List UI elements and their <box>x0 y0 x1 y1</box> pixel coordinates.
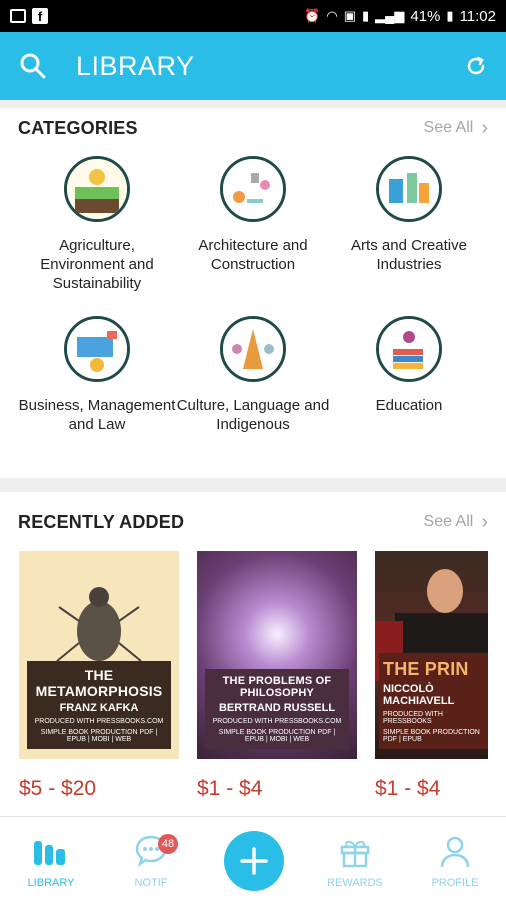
categories-see-all[interactable]: See All › <box>424 117 488 140</box>
gift-icon <box>340 840 370 868</box>
book-title: THE PROBLEMS OF PHILOSOPHY <box>222 675 332 699</box>
nav-label: REWARDS <box>327 877 383 889</box>
nav-profile[interactable]: PROFILE <box>405 817 505 900</box>
book-producer: PRODUCED WITH PRESSBOOKS <box>383 711 443 725</box>
category-label: Arts and Creative Industries <box>351 237 467 273</box>
battery-icon: ▮ <box>446 8 454 23</box>
book-cover-banner: THE METAMORPHOSIS FRANZ KAFKA PRODUCED W… <box>27 661 171 749</box>
wifi-icon: ◠ <box>326 8 338 23</box>
book-cover-banner: THE PRIN NICCOLÒ MACHIAVELL PRODUCED WIT… <box>379 653 488 749</box>
library-icon <box>34 841 65 865</box>
alarm-icon: ⏰ <box>304 8 321 23</box>
nav-label: NOTIF <box>134 877 168 889</box>
clock: 11:02 <box>459 7 496 25</box>
book-title: THE METAMORPHOSIS <box>35 667 163 699</box>
nav-notif[interactable]: 48 NOTIF <box>101 817 201 900</box>
category-label: Education <box>375 397 443 414</box>
culture-icon <box>220 316 286 382</box>
divider <box>0 478 506 492</box>
book-card[interactable]: THE METAMORPHOSIS FRANZ KAFKA PRODUCED W… <box>19 551 179 759</box>
recently-added-heading: RECENTLY ADDED <box>18 511 185 532</box>
business-icon <box>64 316 130 382</box>
book-producer: PRODUCED WITH PRESSBOOKS.COM <box>34 718 164 725</box>
book-card[interactable]: THE PROBLEMS OF PHILOSOPHY BERTRAND RUSS… <box>197 551 357 759</box>
category-label: Culture, Language and Indigenous <box>176 397 330 433</box>
person-icon <box>440 836 470 868</box>
book-price: $1 - $4 <box>375 777 441 800</box>
agriculture-icon <box>64 156 130 222</box>
signal-icon: ▮ <box>362 8 370 23</box>
book-title: THE PRIN <box>383 659 469 679</box>
add-button[interactable] <box>224 831 284 891</box>
category-label: Architecture and Construction <box>198 237 308 273</box>
category-label: Agriculture, Environment and Sustainabil… <box>40 237 154 292</box>
app-bar: LIBRARY <box>0 32 506 100</box>
category-arts[interactable]: Arts and Creative Industries <box>329 156 489 274</box>
refresh-icon[interactable] <box>464 54 488 78</box>
category-label: Business, Management and Law <box>18 397 176 433</box>
book-author: BERTRAND RUSSELL <box>218 702 336 714</box>
book-producer: PRODUCED WITH PRESSBOOKS.COM <box>212 718 342 725</box>
nfc-icon: ▣ <box>343 8 356 23</box>
notification-badge: 48 <box>158 834 178 854</box>
image-icon <box>10 9 26 23</box>
recently-added-header: RECENTLY ADDED See All › <box>0 502 506 542</box>
chevron-right-icon: › <box>481 510 488 533</box>
search-icon[interactable] <box>18 51 48 81</box>
divider <box>0 100 506 108</box>
recently-added-see-all[interactable]: See All › <box>424 511 488 534</box>
categories-heading: CATEGORIES <box>18 117 138 138</box>
book-formats: SIMPLE BOOK PRODUCTION PDF | EPUB | MOBI… <box>40 729 158 743</box>
categories-header: CATEGORIES See All › <box>0 108 506 148</box>
book-card[interactable]: THE PRIN NICCOLÒ MACHIAVELL PRODUCED WIT… <box>375 551 488 759</box>
category-culture[interactable]: Culture, Language and Indigenous <box>173 316 333 434</box>
book-price: $1 - $4 <box>197 777 263 800</box>
book-formats: SIMPLE BOOK PRODUCTION PDF | EPUB <box>383 729 480 743</box>
nav-library[interactable]: LIBRARY <box>1 817 101 900</box>
nav-rewards[interactable]: REWARDS <box>305 817 405 900</box>
see-all-label: See All <box>423 513 474 530</box>
nav-label: PROFILE <box>431 877 479 889</box>
status-bar: f ⏰ ◠ ▣ ▮ ▂▄▆ 41% ▮ 11:02 <box>0 0 506 32</box>
book-price: $5 - $20 <box>19 777 97 800</box>
nav-label: LIBRARY <box>27 877 75 889</box>
facebook-icon: f <box>32 8 48 24</box>
architecture-icon <box>220 156 286 222</box>
category-education[interactable]: Education <box>329 316 489 415</box>
category-business[interactable]: Business, Management and Law <box>17 316 177 434</box>
signal-bars-icon: ▂▄▆ <box>375 8 405 23</box>
bottom-navigation: LIBRARY 48 NOTIF REWARDS PROFILE <box>0 816 506 900</box>
see-all-label: See All <box>423 119 474 136</box>
book-cover-banner: THE PROBLEMS OF PHILOSOPHY BERTRAND RUSS… <box>205 669 349 749</box>
book-author: FRANZ KAFKA <box>59 702 139 714</box>
plus-icon <box>240 847 268 875</box>
battery-percent: 41% <box>410 7 441 25</box>
book-formats: SIMPLE BOOK PRODUCTION PDF | EPUB | MOBI… <box>218 729 336 743</box>
arts-icon <box>376 156 442 222</box>
category-architecture[interactable]: Architecture and Construction <box>173 156 333 274</box>
education-icon <box>376 316 442 382</box>
chevron-right-icon: › <box>481 116 488 139</box>
book-author: NICCOLÒ MACHIAVELL <box>383 683 455 707</box>
page-title: LIBRARY <box>76 50 195 81</box>
category-agriculture[interactable]: Agriculture, Environment and Sustainabil… <box>17 156 177 293</box>
